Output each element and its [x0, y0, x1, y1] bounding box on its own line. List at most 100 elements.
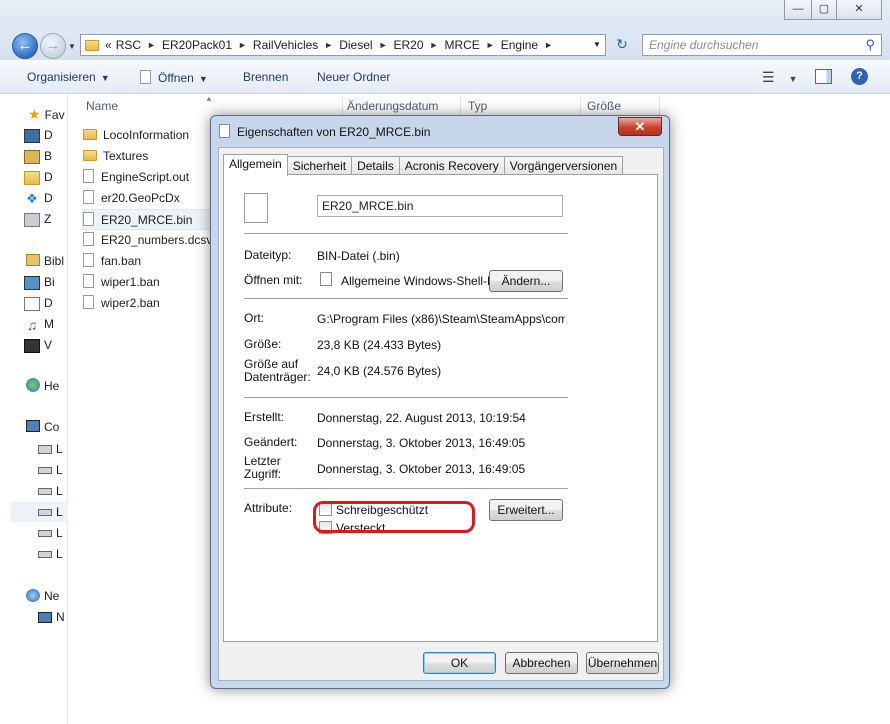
back-button[interactable]: ←	[12, 33, 38, 59]
breadcrumb-item[interactable]: RSC	[116, 38, 141, 52]
breadcrumb-item[interactable]: ER20Pack01	[162, 38, 232, 52]
modified-label: Geändert:	[244, 435, 298, 449]
shell-dll-icon	[320, 272, 332, 286]
modified-value: Donnerstag, 3. Oktober 2013, 16:49:05	[317, 436, 526, 450]
column-header-date[interactable]: Änderungsdatum	[347, 99, 438, 113]
new-folder-button[interactable]: Neuer Ordner	[317, 70, 390, 84]
sidebar-item-label: Bi	[44, 275, 55, 289]
list-item[interactable]: wiper2.ban	[83, 293, 213, 314]
sidebar-item-recent[interactable]: B	[24, 146, 68, 166]
forward-arrow-icon: →	[45, 37, 61, 54]
burn-button[interactable]: Brennen	[243, 70, 288, 84]
dialog-close-button[interactable]: ✕	[618, 117, 662, 136]
search-input[interactable]: Engine durchsuchen ⚲	[642, 34, 882, 56]
refresh-icon[interactable]: ↻	[610, 36, 634, 54]
back-arrow-icon: ←	[17, 37, 33, 54]
folder-icon	[83, 129, 97, 140]
breadcrumb-item[interactable]: ER20	[394, 38, 424, 52]
computer-label: Co	[44, 420, 60, 434]
list-item[interactable]: er20.GeoPcDx	[83, 188, 213, 209]
sidebar-item-label: L	[56, 526, 63, 540]
forward-button[interactable]: →	[40, 33, 66, 59]
view-options-icon[interactable]: ☰ ▼	[762, 69, 797, 86]
breadcrumb-item[interactable]: Engine	[501, 38, 538, 52]
change-button[interactable]: Ändern...	[489, 270, 563, 292]
chevron-right-icon[interactable]: ►	[486, 40, 495, 50]
file-icon	[83, 295, 94, 309]
list-item[interactable]: wiper1.ban	[83, 272, 213, 293]
breadcrumb-overflow[interactable]: «	[105, 38, 112, 52]
sidebar-item-videos[interactable]: V	[24, 335, 68, 355]
sidebar-item-drive-selected[interactable]: L	[10, 502, 68, 522]
chevron-right-icon[interactable]: ►	[430, 40, 439, 50]
column-header-name[interactable]: Name	[86, 99, 118, 113]
ok-button[interactable]: OK	[423, 652, 496, 674]
column-header-type[interactable]: Typ	[468, 99, 487, 113]
history-dropdown-icon[interactable]: ▼	[68, 42, 76, 51]
list-item[interactable]: LocoInformation	[83, 125, 213, 146]
sidebar-item-music[interactable]: ♫ M	[24, 314, 68, 334]
sidebar-item-downloads[interactable]: D	[24, 167, 68, 187]
window-close-button[interactable]: ✕	[836, 0, 882, 20]
favorites-group[interactable]: ★ Fav	[28, 104, 65, 125]
file-icon	[83, 274, 94, 288]
advanced-button[interactable]: Erweitert...	[489, 499, 563, 521]
red-highlight-annotation	[313, 501, 475, 533]
sidebar-item-dropbox[interactable]: ❖ D	[24, 188, 68, 208]
apply-button[interactable]: Übernehmen	[586, 652, 659, 674]
recent-places-icon	[24, 149, 40, 164]
music-note-icon: ♫	[26, 316, 38, 333]
list-item[interactable]: EngineScript.out	[83, 167, 213, 188]
column-divider[interactable]	[580, 95, 581, 117]
list-item-selected[interactable]: ER20_MRCE.bin	[82, 209, 212, 230]
file-name: Textures	[103, 149, 149, 163]
list-item[interactable]: Textures	[83, 146, 213, 167]
sidebar-item-desktop[interactable]: D	[24, 125, 68, 145]
tab-details[interactable]: Details	[351, 156, 400, 175]
preview-pane-icon[interactable]	[815, 69, 832, 84]
sidebar-item-label: L	[56, 484, 63, 498]
search-icon[interactable]: ⚲	[865, 37, 875, 53]
drive-icon	[38, 551, 52, 559]
network-group[interactable]: Ne	[26, 586, 59, 606]
filename-field[interactable]: ER20_MRCE.bin	[317, 195, 563, 217]
file-icon	[83, 212, 94, 226]
tab-previous-versions[interactable]: Vorgängerversionen	[503, 156, 624, 175]
maximize-button[interactable]: ▢	[811, 0, 837, 20]
breadcrumb-item[interactable]: MRCE	[444, 38, 479, 52]
opens-with-value: Allgemeine Windows-Shell-DL	[341, 274, 503, 288]
chevron-right-icon[interactable]: ►	[544, 40, 553, 50]
computer-group[interactable]: Co	[26, 417, 59, 437]
cancel-button[interactable]: Abbrechen	[505, 652, 578, 674]
address-bar[interactable]: « RSC ► ER20Pack01 ► RailVehicles ► Diesel ►…	[80, 34, 606, 56]
folder-icon	[85, 39, 99, 51]
minimize-button[interactable]: —	[784, 0, 812, 20]
column-divider[interactable]	[342, 95, 343, 117]
chevron-right-icon[interactable]: ►	[379, 40, 388, 50]
sidebar-item-pictures[interactable]: Bi	[24, 272, 68, 292]
open-menu[interactable]: Öffnen ▼	[140, 70, 208, 85]
homegroup-group[interactable]: He	[26, 376, 59, 396]
chevron-right-icon[interactable]: ►	[238, 40, 247, 50]
breadcrumb-item[interactable]: RailVehicles	[253, 38, 318, 52]
column-divider[interactable]	[460, 95, 461, 117]
tab-security[interactable]: Sicherheit	[286, 156, 353, 175]
list-item[interactable]: ER20_numbers.dcsv	[83, 230, 213, 251]
chevron-right-icon[interactable]: ►	[147, 40, 156, 50]
address-dropdown-icon[interactable]: ▼	[593, 40, 601, 49]
file-name: ER20_MRCE.bin	[101, 213, 193, 227]
organize-menu[interactable]: Organisieren ▼	[27, 70, 110, 84]
breadcrumb-item[interactable]: Diesel	[339, 38, 372, 52]
sidebar-item-recent-places[interactable]: Z	[24, 209, 68, 229]
help-icon[interactable]: ?	[851, 68, 868, 85]
accessed-label-2: Zugriff:	[244, 467, 282, 481]
tab-acronis-recovery[interactable]: Acronis Recovery	[398, 156, 505, 175]
column-header-size[interactable]: Größe	[587, 99, 621, 113]
column-divider[interactable]	[659, 95, 660, 117]
sidebar-item-documents[interactable]: D	[24, 293, 68, 313]
pictures-icon	[24, 275, 40, 290]
libraries-group[interactable]: Bibl	[26, 251, 64, 271]
tab-general[interactable]: Allgemein	[223, 154, 288, 176]
chevron-right-icon[interactable]: ►	[324, 40, 333, 50]
list-item[interactable]: fan.ban	[83, 251, 213, 272]
